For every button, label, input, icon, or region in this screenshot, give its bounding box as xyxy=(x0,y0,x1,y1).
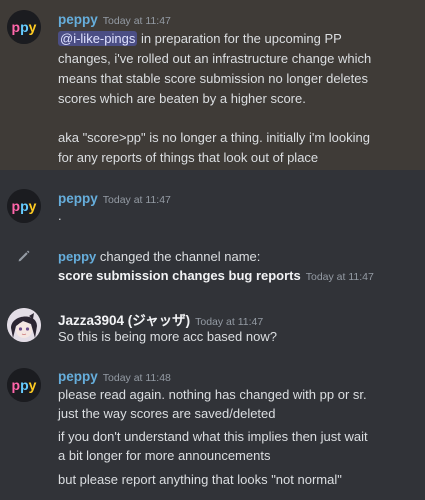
system-message: peppy changed the channel name: score su… xyxy=(0,245,425,290)
message-line: So this is being more acc based now? xyxy=(58,329,277,344)
system-text: peppy changed the channel name: xyxy=(58,249,261,264)
username[interactable]: Jazza3904 (ジャッザ) xyxy=(58,313,190,328)
message-line: just the way scores are saved/deleted xyxy=(58,406,276,421)
message: ppy peppy Today at 11:47 . xyxy=(0,180,425,230)
svg-text:ppy: ppy xyxy=(12,198,37,214)
svg-text:ppy: ppy xyxy=(12,19,37,35)
channel-name-line: score submission changes bug reports Toda… xyxy=(58,266,374,287)
avatar-jazza[interactable] xyxy=(7,308,41,342)
timestamp: Today at 11:47 xyxy=(102,15,171,27)
timestamp: Today at 11:48 xyxy=(102,372,171,384)
message: ppy peppy Today at 11:48 please read agai… xyxy=(0,364,425,500)
message-line: please read again. nothing has changed w… xyxy=(58,387,367,402)
message-line: scores which are beaten by a higher scor… xyxy=(58,91,306,106)
username[interactable]: peppy xyxy=(58,249,96,264)
message-line: but please report anything that looks "n… xyxy=(58,472,342,487)
message-line: for any reports of things that look out … xyxy=(58,150,319,165)
svg-text:ppy: ppy xyxy=(12,377,37,393)
username[interactable]: peppy xyxy=(58,191,98,206)
message-line: aka "score>pp" is no longer a thing. ini… xyxy=(58,130,370,145)
channel-name: score submission changes bug reports xyxy=(58,268,301,283)
message: Jazza3904 (ジャッザ) Today at 11:47 So this i… xyxy=(0,302,425,354)
timestamp: Today at 11:47 xyxy=(305,271,374,283)
message-line: means that stable score submission no lo… xyxy=(58,71,369,86)
timestamp: Today at 11:47 xyxy=(102,194,171,206)
message-line: if you don't understand what this implie… xyxy=(58,429,368,444)
message-highlighted: ppy peppy Today at 11:47 @i-like-pings in… xyxy=(0,0,425,170)
avatar-peppy[interactable]: ppy xyxy=(7,368,41,402)
avatar-peppy[interactable]: ppy xyxy=(7,189,41,223)
message-line: . xyxy=(58,208,62,223)
message-line: a bit longer for more announcements xyxy=(58,448,271,463)
username[interactable]: peppy xyxy=(58,12,98,27)
message-line: changes, i've rolled out an infrastructu… xyxy=(58,51,372,66)
message-line: @i-like-pings in preparation for the upc… xyxy=(58,31,342,46)
username[interactable]: peppy xyxy=(58,369,98,384)
pencil-icon xyxy=(18,250,30,262)
avatar-peppy[interactable]: ppy xyxy=(7,10,41,44)
user-mention[interactable]: @i-like-pings xyxy=(58,31,138,46)
